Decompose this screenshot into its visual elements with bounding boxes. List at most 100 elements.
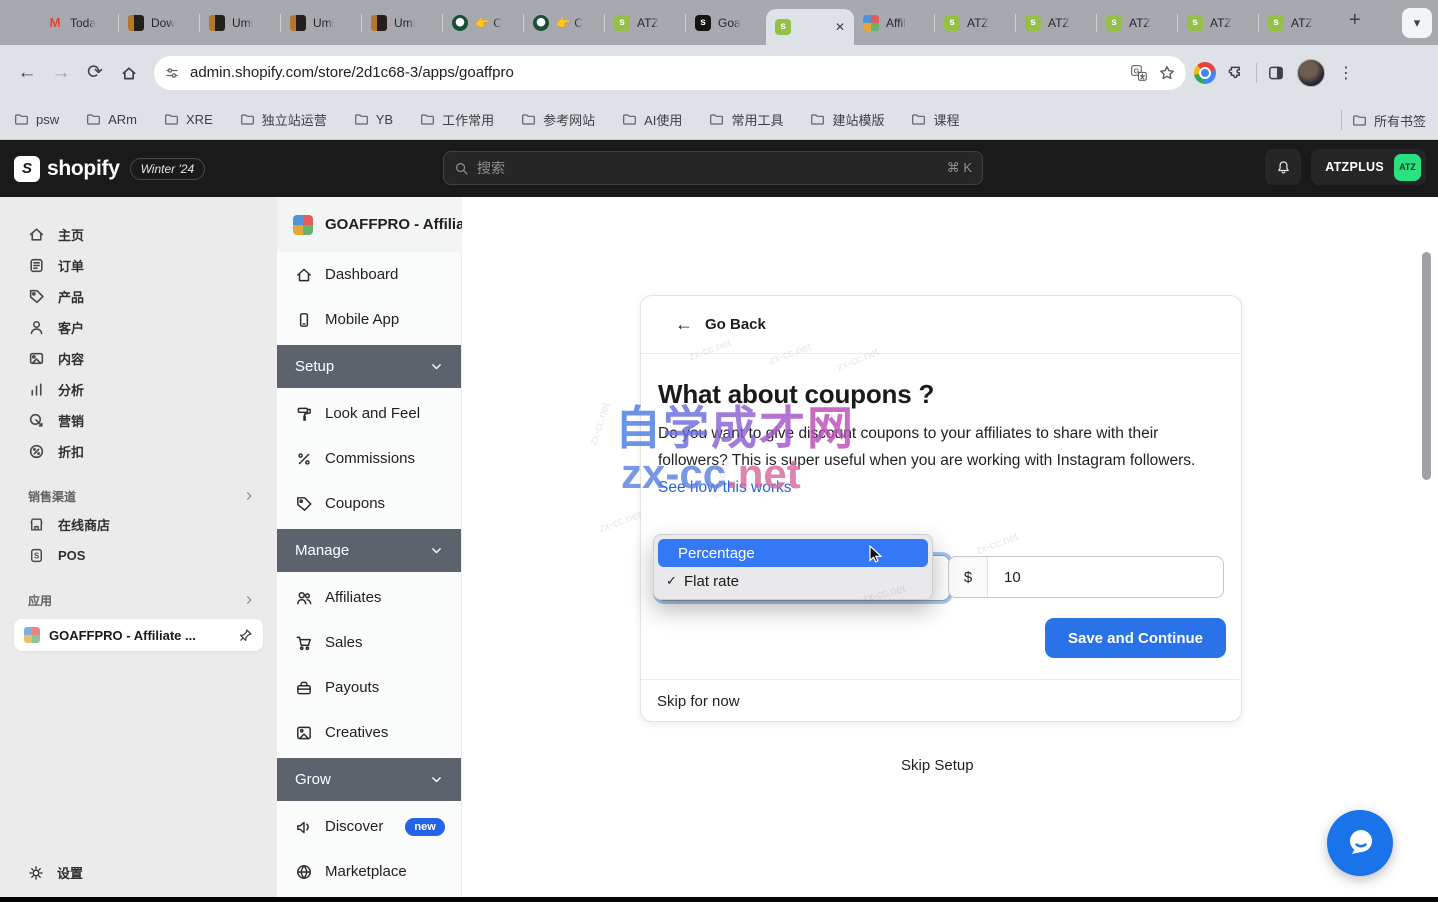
sidebar-item[interactable]: 产品 [0, 281, 277, 312]
browser-tab[interactable]: MToda [38, 0, 118, 45]
browser-menu-icon[interactable]: ⋮ [1329, 56, 1363, 90]
browser-tab[interactable]: Affil [854, 0, 934, 45]
app-nav-item-sales[interactable]: Sales [277, 620, 461, 665]
sidebar-item[interactable]: 内容 [0, 343, 277, 374]
sidebar-item-goaffpro-selected[interactable]: GOAFFPRO - Affiliate ... [14, 619, 263, 651]
bookmark-folder[interactable]: 常用工具 [709, 110, 783, 129]
home-icon [28, 226, 45, 243]
sidebar-item[interactable]: 主页 [0, 219, 277, 250]
browser-tab[interactable]: sATZ [1016, 0, 1096, 45]
app-nav-section-grow[interactable]: Grow [277, 758, 461, 801]
translate-icon[interactable]: G [1130, 64, 1148, 82]
browser-tab[interactable]: Umi [362, 0, 442, 45]
back-icon[interactable]: ← [10, 56, 44, 90]
sidebar-item[interactable]: 订单 [0, 250, 277, 281]
browser-tab[interactable]: sATZ [1259, 0, 1339, 45]
app-nav-section-manage[interactable]: Manage [277, 529, 461, 572]
skip-for-now-button[interactable]: Skip for now [641, 679, 1241, 722]
sidebar-item[interactable]: 分析 [0, 374, 277, 405]
app-nav-item-look-and-feel[interactable]: Look and Feel [277, 391, 461, 436]
dropdown-option-flat-rate[interactable]: ✓Flat rate [658, 567, 928, 595]
sidebar-channel-item[interactable]: SPOS [0, 540, 277, 571]
app-nav-item-coupons[interactable]: Coupons [277, 481, 461, 526]
shopify-wordmark: shopify [47, 157, 120, 181]
percent-icon [295, 450, 313, 468]
chat-widget-button[interactable] [1327, 810, 1393, 876]
folder-icon [86, 112, 101, 127]
tab-search-chevron-button[interactable]: ▾ [1402, 8, 1432, 38]
side-panel-icon[interactable] [1267, 64, 1285, 82]
app-nav-item-affiliates[interactable]: Affiliates [277, 575, 461, 620]
home-nav-icon [120, 64, 138, 82]
bookmark-folder[interactable]: psw [14, 112, 59, 127]
browser-tab[interactable]: 👉 C [524, 0, 604, 45]
shopify-logo[interactable]: S shopify [14, 156, 120, 182]
account-avatar: ATZ [1394, 154, 1421, 181]
address-bar[interactable]: admin.shopify.com/store/2d1c68-3/apps/go… [154, 56, 1186, 90]
folder-icon [354, 112, 369, 127]
app-nav-item-mobile-app[interactable]: Mobile App [277, 297, 461, 342]
see-how-link[interactable]: See how this works [658, 479, 792, 496]
book-favicon [290, 15, 306, 31]
browser-tab[interactable]: sATZ [1097, 0, 1177, 45]
app-nav-label: Marketplace [325, 863, 407, 880]
sales-channels-header[interactable]: 销售渠道 [0, 483, 277, 509]
sidebar-item[interactable]: 营销 [0, 405, 277, 436]
app-nav-item-marketplace[interactable]: Marketplace [277, 849, 461, 894]
sidebar-channel-item[interactable]: 在线商店 [0, 509, 277, 540]
sidebar-item-settings[interactable]: 设置 [0, 857, 277, 888]
bookmark-star-icon[interactable] [1158, 64, 1176, 82]
folder-icon [1352, 113, 1367, 128]
bookmark-folder[interactable]: AI使用 [622, 110, 682, 129]
site-settings-icon[interactable] [164, 65, 180, 81]
bookmark-folder[interactable]: 课程 [911, 110, 959, 129]
dropdown-option-percentage[interactable]: Percentage [658, 539, 928, 567]
sidebar-item[interactable]: 客户 [0, 312, 277, 343]
account-menu[interactable]: ATZPLUS ATZ [1311, 149, 1426, 185]
app-nav-item-payouts[interactable]: Payouts [277, 665, 461, 710]
bookmark-folder[interactable]: XRE [164, 112, 213, 127]
bookmark-folder[interactable]: 独立站运营 [240, 110, 327, 129]
notifications-button[interactable] [1265, 149, 1301, 185]
search-icon [454, 161, 469, 176]
app-nav-item-discover[interactable]: Discovernew [277, 804, 461, 849]
bookmark-folder[interactable]: 建站模版 [810, 110, 884, 129]
app-nav-section-setup[interactable]: Setup [277, 345, 461, 388]
app-nav-item-dashboard[interactable]: Dashboard [277, 252, 461, 297]
scrollbar-thumb[interactable] [1422, 252, 1431, 480]
url-text[interactable]: admin.shopify.com/store/2d1c68-3/apps/go… [190, 64, 1130, 81]
chrome-profile-icon[interactable] [1194, 62, 1216, 84]
reload-icon[interactable]: ⟳ [78, 56, 112, 90]
new-tab-button[interactable]: + [1339, 9, 1371, 36]
all-bookmarks[interactable]: 所有书签 [1341, 100, 1426, 140]
browser-avatar[interactable] [1297, 59, 1325, 87]
forward-icon[interactable]: → [44, 56, 78, 90]
browser-tab[interactable]: Umi [281, 0, 361, 45]
browser-tab[interactable]: 👉 C [443, 0, 523, 45]
amount-input[interactable]: 10 [988, 557, 1223, 597]
bookmark-folder[interactable]: 参考网站 [521, 110, 595, 129]
bookmark-folder[interactable]: YB [354, 112, 393, 127]
home-icon[interactable] [112, 56, 146, 90]
admin-search-input[interactable]: 搜索 ⌘ K [443, 151, 983, 185]
app-nav-item-commissions[interactable]: Commissions [277, 436, 461, 481]
browser-tab[interactable]: Umi [200, 0, 280, 45]
active-tab[interactable]: s✕ [766, 9, 854, 45]
browser-tab[interactable]: sATZ [935, 0, 1015, 45]
browser-tab[interactable]: sATZ [1178, 0, 1258, 45]
browser-tab[interactable]: sGoa [686, 0, 766, 45]
all-bookmarks-folder[interactable]: 所有书签 [1352, 111, 1426, 130]
app-nav-item-creatives[interactable]: Creatives [277, 710, 461, 755]
bookmark-folder[interactable]: ARm [86, 112, 137, 127]
bookmark-folder[interactable]: 工作常用 [420, 110, 494, 129]
sidebar-item[interactable]: 折扣 [0, 436, 277, 467]
go-back-button[interactable]: ← Go Back [641, 296, 1241, 354]
extensions-puzzle-icon[interactable] [1228, 64, 1246, 82]
apps-header[interactable]: 应用 [0, 587, 277, 613]
skip-setup-link[interactable]: Skip Setup [901, 757, 974, 774]
pin-icon[interactable] [238, 628, 253, 643]
browser-tab[interactable]: Dow [119, 0, 199, 45]
tab-close-icon[interactable]: ✕ [835, 20, 845, 34]
save-and-continue-button[interactable]: Save and Continue [1045, 618, 1226, 658]
browser-tab[interactable]: sATZ [605, 0, 685, 45]
